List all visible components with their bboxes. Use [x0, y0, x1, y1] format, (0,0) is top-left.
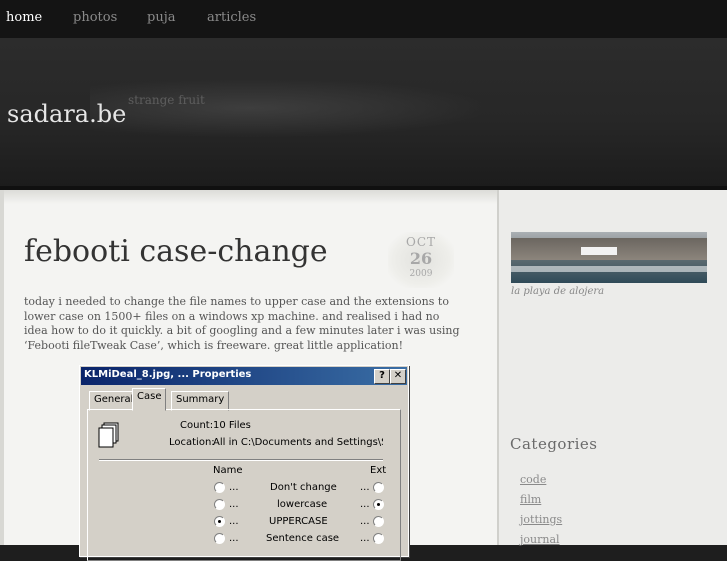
top-nav: home photos puja articles	[0, 0, 727, 38]
ext-radio-uppercase	[373, 516, 384, 527]
nav-home[interactable]: home	[6, 10, 42, 25]
dialog-separator	[99, 459, 383, 461]
name-column-header: Name	[213, 465, 243, 476]
option-dont-change: Don't change	[270, 482, 337, 493]
nav-puja[interactable]: puja	[147, 10, 175, 25]
option-uppercase: UPPERCASE	[269, 516, 328, 527]
ellipsis: ...	[229, 499, 239, 510]
nav-photos[interactable]: photos	[73, 10, 117, 25]
name-radio-lowercase	[214, 499, 225, 510]
name-radio-sentence-case	[214, 533, 225, 544]
tab-case: Case	[132, 388, 167, 411]
category-link-jottings[interactable]: jottings	[520, 513, 562, 526]
ellipsis: ...	[229, 482, 239, 493]
dialog-title-bar: KLMiDeal_8.jpg, ... Properties ? ✕	[81, 367, 407, 385]
tab-summary: Summary	[171, 391, 230, 411]
help-button: ?	[374, 369, 390, 384]
properties-dialog-screenshot: KLMiDeal_8.jpg, ... Properties ? ✕ Gener…	[79, 365, 409, 561]
date-day: 26	[409, 249, 433, 268]
ellipsis: ...	[360, 482, 370, 493]
count-label: Count:	[180, 420, 214, 431]
tab-general: General	[89, 391, 139, 411]
photo-caption: la playa de alojera	[511, 286, 605, 297]
ellipsis: ...	[360, 516, 370, 527]
name-radio-dont-change	[214, 482, 225, 493]
ellipsis: ...	[360, 499, 370, 510]
category-link-film[interactable]: film	[520, 493, 541, 506]
files-icon	[98, 422, 119, 448]
ext-radio-dont-change	[373, 482, 384, 493]
ellipsis: ...	[360, 533, 370, 544]
name-radio-uppercase	[214, 516, 225, 527]
date-year: 2009	[409, 269, 433, 279]
category-link-code[interactable]: code	[520, 473, 546, 486]
nav-articles[interactable]: articles	[207, 10, 256, 25]
location-value: All in C:\Documents and Settings\Sadar	[213, 437, 383, 448]
dialog-title: KLMiDeal_8.jpg, ... Properties	[84, 369, 252, 380]
option-lowercase: lowercase	[277, 499, 328, 510]
count-value: 10 Files	[213, 420, 251, 431]
categories-heading: Categories	[510, 435, 598, 453]
photo-building	[581, 247, 617, 255]
post-body: today i needed to change the file names …	[24, 295, 460, 352]
date-badge: OCT 26 2009	[388, 232, 454, 288]
post-title[interactable]: febooti case-change	[24, 234, 328, 269]
date-month: OCT	[405, 235, 437, 249]
sidebar-photo[interactable]	[511, 232, 707, 283]
ext-column-header: Ext	[370, 465, 387, 476]
case-tab-panel	[87, 409, 401, 561]
ellipsis: ...	[229, 516, 239, 527]
ext-radio-lowercase	[373, 499, 384, 510]
photo-surf	[511, 266, 707, 272]
site-header: strange fruit sadara.be	[0, 38, 727, 188]
site-title[interactable]: sadara.be	[7, 100, 126, 128]
option-sentence-case: Sentence case	[266, 533, 340, 544]
category-link-journal[interactable]: journal	[520, 533, 560, 546]
header-decoration	[90, 78, 490, 138]
ellipsis: ...	[229, 533, 239, 544]
site-tagline: strange fruit	[128, 93, 205, 107]
close-button: ✕	[390, 369, 406, 384]
content-texture	[4, 190, 497, 204]
ext-radio-sentence-case	[373, 533, 384, 544]
location-label: Location:	[169, 437, 215, 448]
